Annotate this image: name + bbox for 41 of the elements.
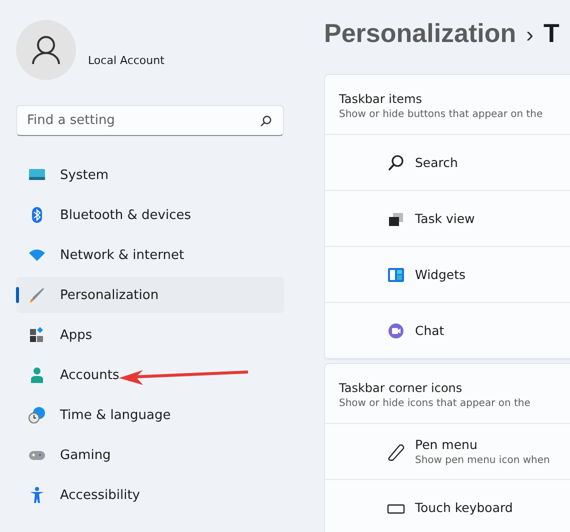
setting-row[interactable]: Touch keyboard — [325, 480, 570, 532]
sidebar-item[interactable]: Time & language — [16, 397, 284, 433]
sidebar-item[interactable]: System — [16, 157, 284, 193]
sidebar-item[interactable]: Accessibility — [16, 477, 284, 513]
sidebar-item[interactable]: Network & internet — [16, 237, 284, 273]
sidebar-item[interactable]: Bluetooth & devices — [16, 197, 284, 233]
setting-label: Pen menu — [415, 437, 478, 452]
chat-icon — [387, 322, 405, 340]
sidebar-item[interactable]: Apps — [16, 317, 284, 353]
breadcrumb-separator: › — [526, 22, 534, 48]
section-title: Taskbar corner icons — [339, 381, 464, 395]
setting-label: Search — [415, 155, 458, 170]
account-name: Local Account — [88, 54, 164, 66]
setting-row[interactable]: Task view — [325, 191, 570, 247]
setting-description: Show pen menu icon when — [415, 455, 550, 466]
setting-row[interactable]: Pen menu Show pen menu icon when — [325, 424, 570, 480]
section-title: Taskbar items — [339, 92, 423, 106]
person-icon — [28, 366, 46, 384]
clock-globe-icon — [28, 406, 46, 424]
apps-icon — [28, 326, 46, 344]
search-field[interactable]: Find a setting — [16, 105, 284, 136]
breadcrumb-parent[interactable]: Personalization — [324, 18, 516, 49]
sidebar-item[interactable]: Personalization — [16, 277, 284, 313]
section-description: Show or hide icons that appear on the — [339, 398, 532, 409]
search-icon — [260, 115, 272, 127]
widgets-icon — [387, 266, 405, 284]
setting-row[interactable]: Search — [325, 135, 570, 191]
sidebar-item[interactable]: Gaming — [16, 437, 284, 473]
setting-row[interactable]: Chat — [325, 303, 570, 359]
search-icon — [387, 154, 405, 172]
setting-label: Widgets — [415, 267, 466, 282]
setting-label: Touch keyboard — [415, 500, 513, 515]
accessibility-icon — [28, 486, 46, 504]
sidebar-item[interactable]: Accounts — [16, 357, 284, 393]
section-description: Show or hide buttons that appear on the — [339, 109, 544, 120]
setting-label: Chat — [415, 323, 444, 338]
setting-row[interactable]: Widgets — [325, 247, 570, 303]
pen-icon — [387, 442, 405, 460]
setting-label: Task view — [415, 211, 475, 226]
page-title: T — [543, 18, 560, 49]
brush-icon — [28, 286, 46, 304]
